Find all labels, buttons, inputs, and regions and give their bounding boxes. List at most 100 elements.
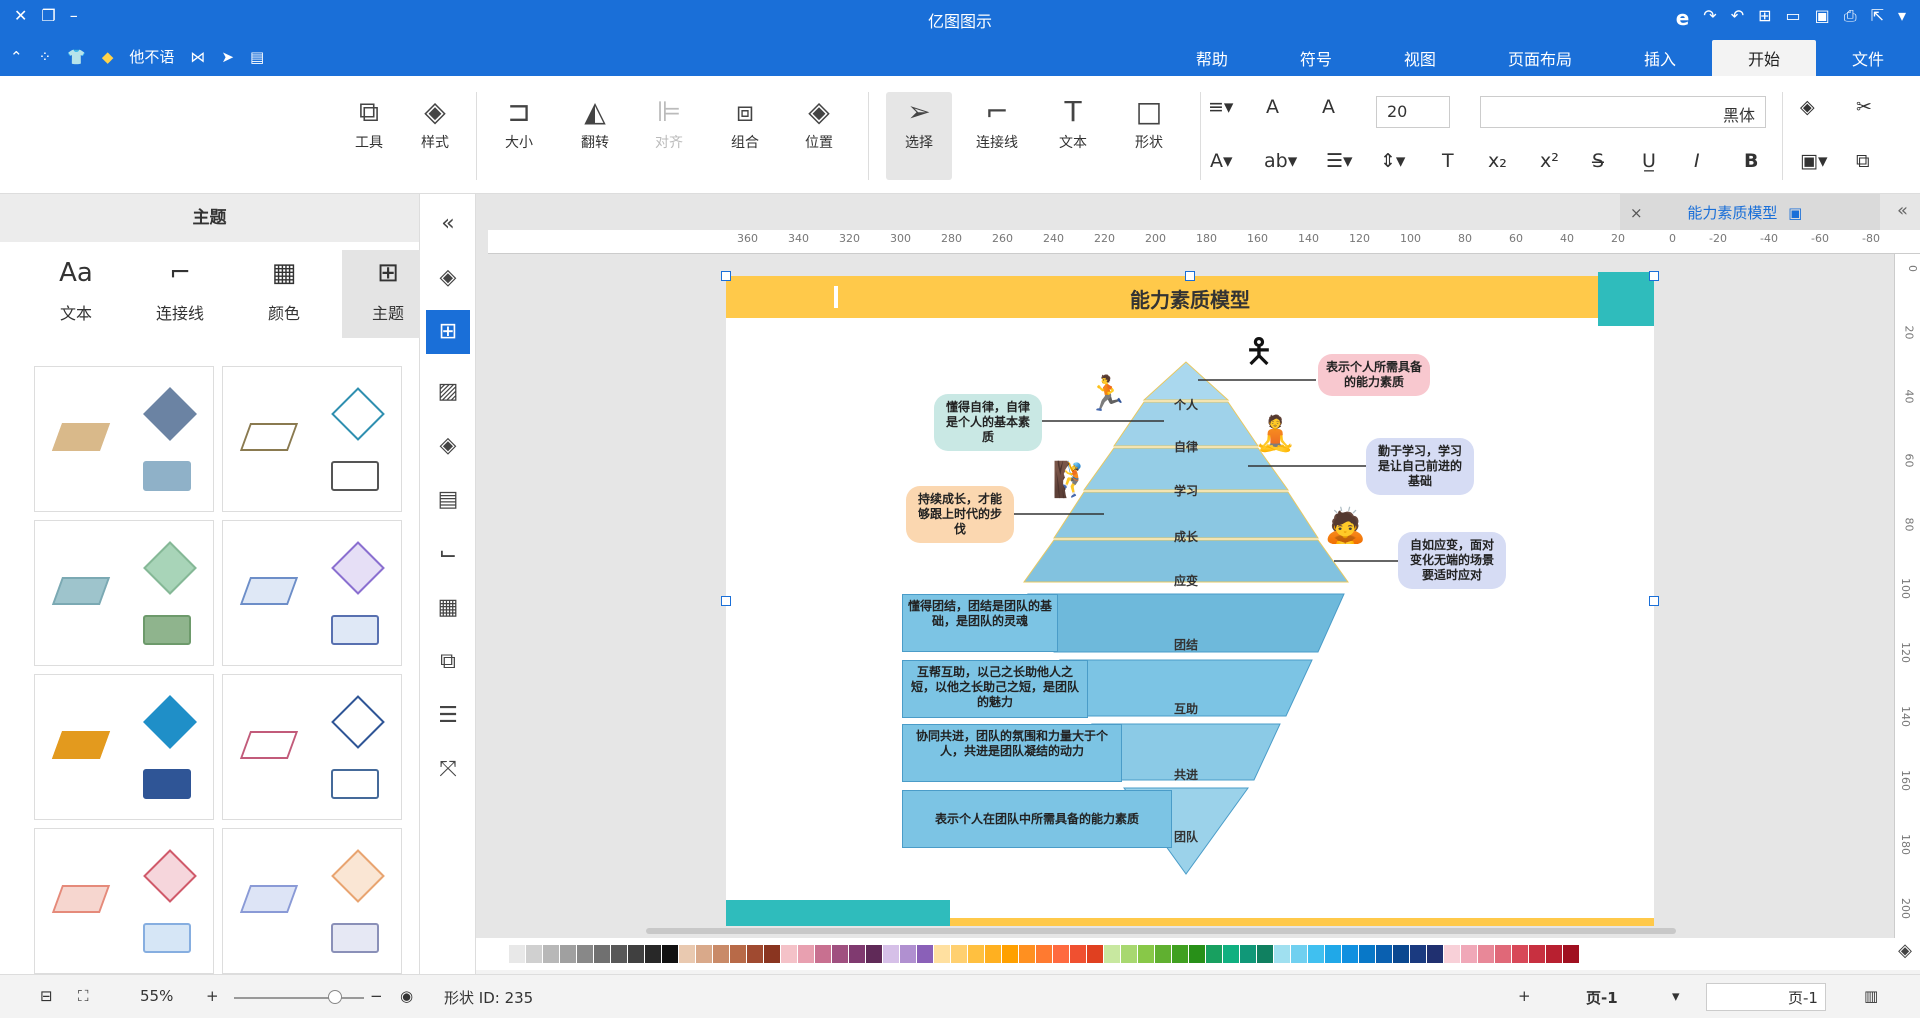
save-icon[interactable]: ▣ — [1815, 6, 1830, 30]
color-swatch[interactable] — [1291, 945, 1307, 963]
theme-thumbnail[interactable] — [222, 674, 402, 820]
page-dropdown-icon[interactable]: ▾ — [1672, 987, 1680, 1005]
color-swatch[interactable] — [662, 945, 678, 963]
add-page-button[interactable]: + — [1518, 987, 1531, 1005]
fullscreen-icon[interactable]: ⛶ — [78, 987, 89, 1005]
color-swatch[interactable] — [934, 945, 950, 963]
color-swatch[interactable] — [713, 945, 729, 963]
inverted-level[interactable]: 团结 — [1166, 636, 1206, 653]
diagram-page[interactable]: 能力素质模型 个人 自律 学习 成长 应变 团结 互助 共进 团队 🯅 🏃 🧘 … — [721, 271, 1659, 926]
color-swatch[interactable] — [1019, 945, 1035, 963]
underline-icon[interactable]: U̲ — [1642, 150, 1656, 172]
color-swatch[interactable] — [1325, 945, 1341, 963]
font-family-select[interactable]: 黑体 — [1480, 96, 1766, 128]
box-progress[interactable]: 协同共进，团队的氛围和力量大于个人，共进是团队凝结的动力 — [902, 724, 1122, 782]
share-icon[interactable]: ⋈ — [190, 48, 205, 66]
color-swatch[interactable] — [815, 945, 831, 963]
bubble-discipline[interactable]: 懂得自律，自律是个人的基本素质 — [934, 394, 1042, 451]
shape-button[interactable]: □ 形状 — [1116, 92, 1182, 152]
zoom-level[interactable]: 55% — [140, 987, 173, 1005]
cut-icon[interactable]: ✂ — [1856, 96, 1872, 118]
fill-bucket-icon[interactable]: ◈ — [1898, 940, 1912, 961]
color-swatch[interactable] — [1121, 945, 1137, 963]
tab-file[interactable]: 文件 — [1816, 40, 1920, 76]
pyramid-level[interactable]: 学习 — [1166, 482, 1206, 499]
selection-handle[interactable] — [1185, 271, 1195, 281]
tab-text[interactable]: Aa 文本 — [30, 250, 122, 338]
color-swatch[interactable] — [577, 945, 593, 963]
line-spacing-icon[interactable]: ⇕▾ — [1380, 150, 1405, 172]
color-swatch[interactable] — [696, 945, 712, 963]
inverted-level[interactable]: 团队 — [1166, 828, 1206, 845]
color-swatch[interactable] — [781, 945, 797, 963]
doc-close-icon[interactable]: × — [1630, 204, 1643, 222]
tab-page-layout[interactable]: 页面布局 — [1472, 40, 1608, 76]
page-icon[interactable]: ▤ — [426, 478, 470, 522]
expand-icon[interactable]: « — [1897, 200, 1908, 221]
box-team[interactable]: 表示个人在团队中所需具备的能力素质 — [902, 790, 1172, 848]
color-swatch[interactable] — [1104, 945, 1120, 963]
select-button[interactable]: ➢ 选择 — [886, 92, 952, 180]
vip-username[interactable]: 他不语 — [129, 46, 174, 67]
theme-thumbnail[interactable] — [34, 520, 214, 666]
pyramid-level[interactable]: 成长 — [1166, 528, 1206, 545]
color-swatch[interactable] — [1002, 945, 1018, 963]
theme-thumbnail[interactable] — [222, 828, 402, 974]
subscript-icon[interactable]: x₂ — [1488, 150, 1507, 172]
color-swatch[interactable] — [628, 945, 644, 963]
tab-connector[interactable]: ⌐ 连接线 — [134, 250, 226, 338]
pyramid-level[interactable]: 应变 — [1166, 572, 1206, 589]
bold-icon[interactable]: B — [1744, 150, 1758, 172]
color-swatch[interactable] — [1376, 945, 1392, 963]
color-swatch[interactable] — [1546, 945, 1562, 963]
print-icon[interactable]: ⎙ — [1844, 6, 1857, 30]
color-swatch[interactable] — [543, 945, 559, 963]
tools-button[interactable]: ⧉ 工具 — [336, 92, 402, 152]
color-swatch[interactable] — [509, 945, 525, 963]
theme-thumbnail[interactable] — [222, 366, 402, 512]
color-swatch[interactable] — [1410, 945, 1426, 963]
color-swatch[interactable] — [1053, 945, 1069, 963]
send-icon[interactable]: ➤ — [221, 48, 234, 66]
color-swatch[interactable] — [1495, 945, 1511, 963]
color-swatch[interactable] — [1563, 945, 1579, 963]
font-color-icon[interactable]: A▾ — [1210, 150, 1233, 172]
color-swatch[interactable] — [526, 945, 542, 963]
color-swatch[interactable] — [1189, 945, 1205, 963]
strikethrough-icon[interactable]: S̶ — [1592, 150, 1604, 172]
pyramid-level[interactable]: 自律 — [1166, 438, 1206, 455]
color-swatch[interactable] — [1512, 945, 1528, 963]
tab-home[interactable]: 开始 — [1711, 40, 1816, 76]
color-swatch[interactable] — [1257, 945, 1273, 963]
color-swatch[interactable] — [900, 945, 916, 963]
color-swatch[interactable] — [1036, 945, 1052, 963]
superscript-icon[interactable]: x² — [1540, 150, 1559, 172]
color-swatch[interactable] — [1308, 945, 1324, 963]
box-unity[interactable]: 懂得团结，团结是团队的基础，是团队的灵魂 — [902, 594, 1058, 652]
bubble-person[interactable]: 表示个人所需具备的能力素质 — [1318, 354, 1430, 396]
tab-insert[interactable]: 插入 — [1608, 40, 1712, 76]
theme-thumbnail[interactable] — [34, 828, 214, 974]
color-swatch[interactable] — [1087, 945, 1103, 963]
image-icon[interactable]: ▨ — [426, 370, 470, 414]
more-icon[interactable]: ▾ — [1898, 6, 1906, 30]
color-swatch[interactable] — [798, 945, 814, 963]
theme-icon[interactable]: ⊞ — [426, 310, 470, 354]
color-swatch[interactable] — [594, 945, 610, 963]
color-swatch[interactable] — [917, 945, 933, 963]
zoom-out-icon[interactable]: − — [370, 987, 383, 1005]
color-swatch[interactable] — [645, 945, 661, 963]
font-size-select[interactable]: 20 — [1376, 96, 1450, 128]
redo-icon[interactable]: ↷ — [1703, 6, 1716, 30]
color-swatch[interactable] — [1359, 945, 1375, 963]
fit-icon[interactable]: ⧉ — [426, 640, 470, 684]
document-tab[interactable]: × 能力素质模型 ▣ — [1620, 194, 1880, 230]
chart-icon[interactable]: ⌙ — [426, 532, 470, 576]
theme-thumbnail[interactable] — [34, 674, 214, 820]
color-swatch[interactable] — [849, 945, 865, 963]
outline-icon[interactable]: ☰ — [426, 694, 470, 738]
open-icon[interactable]: ▭ — [1786, 6, 1801, 30]
layers-icon[interactable]: ◈ — [426, 424, 470, 468]
color-swatch[interactable] — [730, 945, 746, 963]
new-icon[interactable]: ⊞ — [1758, 6, 1771, 30]
